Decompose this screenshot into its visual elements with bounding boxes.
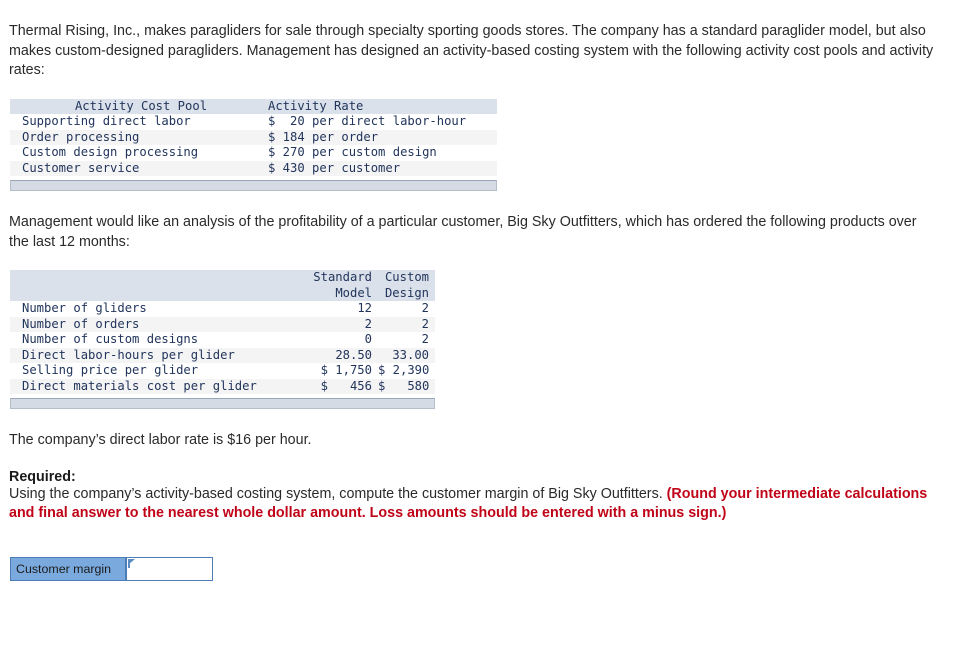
activity-rate-value: $ 270 per custom design	[260, 145, 497, 161]
activity-pool-name: Order processing	[10, 129, 260, 145]
customer-products-exhibit: Standard Custom Model Design Number of g…	[10, 270, 968, 394]
table-row: Direct labor-hours per glider 28.50 33.0…	[10, 347, 435, 363]
question-page: Thermal Rising, Inc., makes paragliders …	[0, 0, 968, 581]
table-row: Customer service $ 430 per customer	[10, 160, 497, 176]
table-row: Order processing $ 184 per order	[10, 129, 497, 145]
intro-paragraph-2: Management would like an analysis of the…	[9, 214, 917, 250]
activity-rate-value: $ 184 per order	[260, 129, 497, 145]
header-item-blank-2	[10, 285, 306, 301]
table-row: Number of custom designs 0 2	[10, 332, 435, 348]
activity-table-scrollbar[interactable]	[10, 180, 497, 191]
table-row: Custom design processing $ 270 per custo…	[10, 145, 497, 161]
activity-rate-value: $ 430 per customer	[260, 160, 497, 176]
intro-paragraph-3: The company’s direct labor rate is $16 p…	[9, 432, 312, 448]
row-label: Direct materials cost per glider	[10, 378, 306, 394]
required-instructions: Using the company’s activity-based costi…	[9, 485, 939, 524]
table-row: Supporting direct labor $ 20 per direct …	[10, 114, 497, 130]
custom-value: $ 2,390	[378, 363, 435, 379]
header-activity-cost-pool: Activity Cost Pool	[10, 98, 260, 114]
header-standard-line1: Standard	[306, 270, 378, 286]
customer-products-table: Standard Custom Model Design Number of g…	[10, 270, 435, 394]
row-label: Direct labor-hours per glider	[10, 347, 306, 363]
standard-value: 0	[306, 332, 378, 348]
customer-margin-answer-row: Customer margin	[10, 556, 213, 581]
row-label: Selling price per glider	[10, 363, 306, 379]
activity-pool-name: Supporting direct labor	[10, 114, 260, 130]
header-activity-rate: Activity Rate	[260, 98, 497, 114]
table-header-row-line2: Model Design	[10, 285, 435, 301]
activity-rate-value: $ 20 per direct labor-hour	[260, 114, 497, 130]
table-row: Selling price per glider $ 1,750 $ 2,390	[10, 363, 435, 379]
activity-rates-exhibit: Activity Cost Pool Activity Rate Support…	[10, 98, 968, 176]
table-header-row-line1: Standard Custom	[10, 270, 435, 286]
standard-value: 12	[306, 301, 378, 317]
table-row: Number of gliders 12 2	[10, 301, 435, 317]
activity-pool-name: Customer service	[10, 160, 260, 176]
row-label: Number of gliders	[10, 301, 306, 317]
customer-margin-input[interactable]	[127, 557, 212, 580]
customer-margin-input-wrap[interactable]	[126, 556, 213, 581]
products-table-scrollbar[interactable]	[10, 398, 435, 409]
row-label: Number of custom designs	[10, 332, 306, 348]
header-item-blank	[10, 270, 306, 286]
intro-paragraph-1: Thermal Rising, Inc., makes paragliders …	[9, 23, 934, 78]
row-label: Number of orders	[10, 316, 306, 332]
standard-value: 28.50	[306, 347, 378, 363]
standard-value: $ 456	[306, 378, 378, 394]
table-row: Number of orders 2 2	[10, 316, 435, 332]
standard-value: 2	[306, 316, 378, 332]
custom-value: 2	[378, 301, 435, 317]
required-text-normal: Using the company’s activity-based costi…	[9, 485, 667, 502]
activity-pool-name: Custom design processing	[10, 145, 260, 161]
custom-value: 2	[378, 316, 435, 332]
header-custom-line1: Custom	[378, 270, 435, 286]
table-row: Direct materials cost per glider $ 456 $…	[10, 378, 435, 394]
activity-rates-table: Activity Cost Pool Activity Rate Support…	[10, 98, 497, 176]
customer-margin-label: Customer margin	[10, 556, 126, 581]
header-custom-line2: Design	[378, 285, 435, 301]
custom-value: $ 580	[378, 378, 435, 394]
standard-value: $ 1,750	[306, 363, 378, 379]
custom-value: 33.00	[378, 347, 435, 363]
header-standard-line2: Model	[306, 285, 378, 301]
custom-value: 2	[378, 332, 435, 348]
table-header-row: Activity Cost Pool Activity Rate	[10, 98, 497, 114]
required-heading: Required:	[9, 468, 76, 485]
